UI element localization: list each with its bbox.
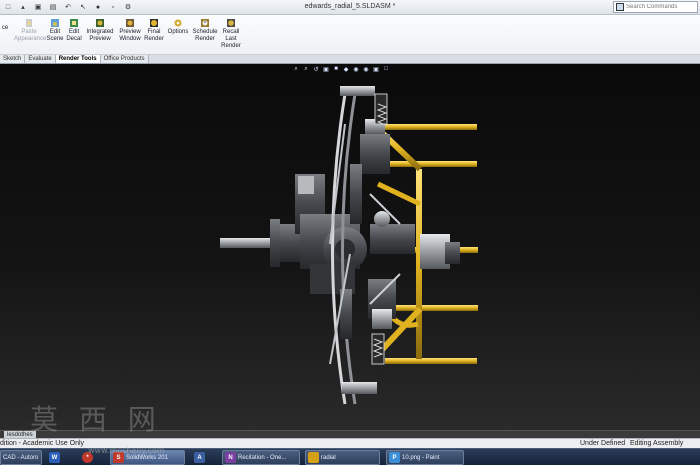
title-bar: □ ▴ ▣ ▤ ↶ ↖ ● ▫ ⚙ edwards_radial_5.SLDAS… (0, 0, 700, 15)
preview-window-button[interactable]: Preview Window (117, 18, 143, 43)
search-icon (616, 3, 624, 11)
options-gear-icon (174, 19, 182, 27)
document-title: edwards_radial_5.SLDASM * (304, 3, 396, 10)
app-icon: A (194, 452, 205, 463)
taskbar-item-radial-folder[interactable]: radial (305, 450, 380, 465)
schedule-render-button[interactable]: Schedule Render (191, 18, 219, 43)
recall-last-render-button[interactable]: Recall Last Render (220, 18, 242, 50)
schedule-render-icon (201, 19, 209, 27)
command-manager-ribbon: ce Paste Appearance Edit Scene Edit Decal I… (0, 15, 700, 55)
paint-icon: P (389, 452, 400, 463)
propeller-shaft (220, 219, 300, 267)
edit-scene-button[interactable]: Edit Scene (45, 18, 65, 43)
taskbar-item-autocad[interactable]: CAD - Autoro (0, 450, 42, 465)
taskbar-item-label: SolidWorks 201 (126, 454, 168, 461)
tab-render-tools[interactable]: Render Tools (55, 55, 101, 63)
tab-evaluate[interactable]: Evaluate (25, 55, 56, 63)
ribbon-cut-label: ce (1, 25, 9, 31)
edit-decal-button[interactable]: Edit Decal (65, 18, 83, 43)
recall-last-render-icon (227, 19, 235, 27)
final-render-button[interactable]: Final Render (143, 18, 165, 43)
tab-sketch[interactable]: Sketch (0, 55, 26, 63)
edit-scene-icon (51, 19, 59, 27)
watermark: 莫 西 网 (30, 403, 162, 436)
preview-window-icon (126, 19, 134, 27)
search-input[interactable] (626, 4, 696, 10)
taskbar-item-onenote[interactable]: N Recitation - One... (222, 450, 300, 465)
graphics-area[interactable]: ⌕ ⌕ ↺ ▣ ■ ◆ ◉ ◉ ▣ □ (0, 64, 700, 430)
mount-tube-top (385, 124, 477, 130)
taskbar-item-label: CAD - Autoro (3, 454, 39, 461)
taskbar-item-label: radial (321, 454, 336, 461)
search-commands-box[interactable] (613, 1, 698, 13)
radial-engine-model (220, 86, 478, 405)
taskbar-item-label: 10.png - Paint (402, 454, 440, 461)
integrated-preview-icon (96, 19, 104, 27)
onenote-icon: N (225, 452, 236, 463)
solidworks-window: □ ▴ ▣ ▤ ↶ ↖ ● ▫ ⚙ edwards_radial_5.SLDAS… (0, 0, 700, 465)
word-icon: W (49, 452, 60, 463)
options-button[interactable]: Options (166, 18, 190, 36)
command-manager-tabs: Sketch Evaluate Render Tools Office Prod… (0, 55, 700, 64)
paste-appearance-icon (26, 19, 32, 27)
final-render-icon (150, 19, 158, 27)
paste-appearance-button[interactable]: Paste Appearance (14, 18, 46, 43)
taskbar-item-word[interactable]: W (47, 450, 65, 465)
mount-tube-bottom (385, 358, 477, 364)
mount-tube (385, 161, 477, 167)
taskbar-item-label: Recitation - One... (238, 454, 287, 461)
tab-office-products[interactable]: Office Products (100, 55, 149, 63)
edit-decal-icon (70, 19, 78, 27)
watermark-url: www.mosheny.com (88, 446, 165, 455)
taskbar-item-paint[interactable]: P 10.png - Paint (386, 450, 464, 465)
integrated-preview-button[interactable]: Integrated Preview (85, 18, 115, 43)
folder-icon (308, 452, 319, 463)
taskbar-item-app[interactable]: A (192, 450, 214, 465)
